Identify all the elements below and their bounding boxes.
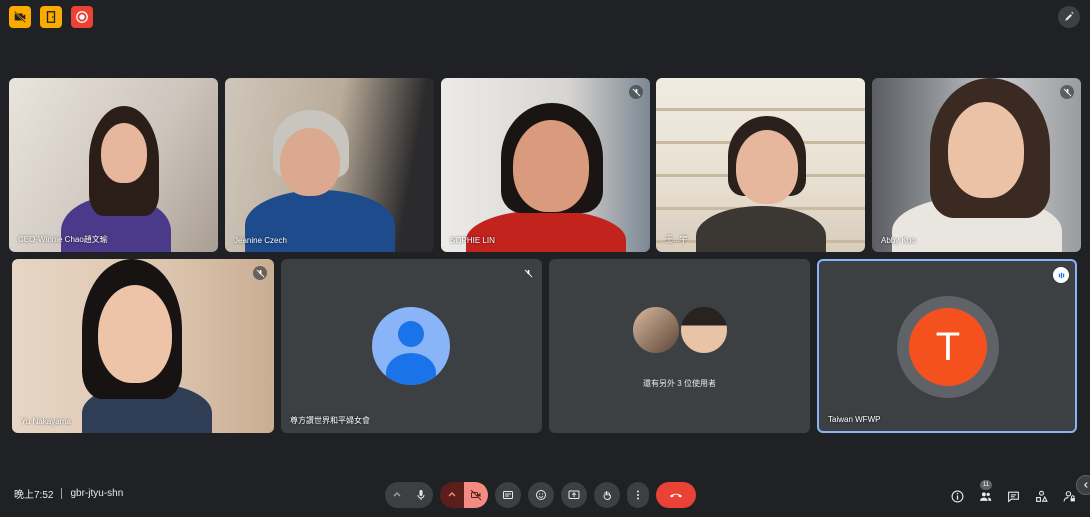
present-screen-button[interactable] bbox=[561, 482, 587, 508]
participant-name: Yu Nakayama bbox=[21, 417, 71, 426]
leave-call-button[interactable] bbox=[656, 482, 696, 508]
participant-face bbox=[98, 285, 172, 383]
chevron-left-icon[interactable] bbox=[1076, 475, 1090, 495]
participant-face bbox=[736, 130, 798, 204]
avatar bbox=[372, 307, 450, 385]
avatar bbox=[679, 305, 729, 355]
people-count-badge: 11 bbox=[980, 480, 992, 490]
captions-button[interactable] bbox=[495, 482, 521, 508]
participant-name: Abby Kuo bbox=[881, 236, 916, 245]
more-options-button[interactable] bbox=[627, 482, 649, 508]
person-icon bbox=[398, 321, 424, 347]
participant-face bbox=[101, 123, 147, 183]
avatar-ring: T bbox=[897, 296, 999, 398]
emoji-icon bbox=[536, 490, 546, 500]
more-vert-icon bbox=[637, 490, 639, 500]
divider bbox=[61, 488, 63, 499]
participant-name: CEO-Winnie Chao趙文瑜 bbox=[18, 235, 108, 244]
record-icon[interactable] bbox=[71, 6, 93, 28]
people-icon bbox=[979, 491, 991, 501]
raise-hand-button[interactable] bbox=[594, 482, 620, 508]
door-icon[interactable] bbox=[40, 6, 62, 28]
meeting-info: 晚上7:52 gbr-jtyu-shn bbox=[14, 486, 123, 501]
mic-off-icon bbox=[253, 266, 267, 280]
participant-name: 尊方讚世界和平婦女會 bbox=[290, 416, 370, 425]
chat-icon bbox=[1007, 491, 1019, 503]
camera-off-indicator-icon[interactable] bbox=[9, 6, 31, 28]
meeting-code[interactable]: gbr-jtyu-shn bbox=[70, 488, 123, 499]
avatar-initial: T bbox=[935, 324, 961, 369]
activities-icon bbox=[1035, 490, 1048, 502]
participant-tile-sophie[interactable]: SOPHIE LIN bbox=[441, 78, 650, 252]
host-controls-button[interactable] bbox=[1062, 489, 1076, 503]
participant-name: Taiwan WFWP bbox=[828, 415, 881, 424]
participant-tile-wang[interactable]: 王...宇 bbox=[656, 78, 865, 252]
participant-tile-taiwan-wfwp[interactable]: T Taiwan WFWP bbox=[817, 259, 1077, 433]
edit-pen-icon[interactable] bbox=[1058, 6, 1080, 28]
others-label: 還有另外 3 位使用者 bbox=[643, 379, 716, 388]
participant-tile-abby[interactable]: Abby Kuo bbox=[872, 78, 1081, 252]
captions-icon bbox=[503, 491, 513, 499]
camera-control[interactable]: ! bbox=[440, 482, 488, 508]
present-screen-icon bbox=[568, 490, 580, 499]
avatar: T bbox=[909, 308, 987, 386]
participant-tile-winnie[interactable]: CEO-Winnie Chao趙文瑜 bbox=[9, 78, 218, 252]
mic-off-icon bbox=[1060, 85, 1074, 99]
raise-hand-icon bbox=[603, 491, 611, 501]
participant-name: Jeanine Czech bbox=[234, 236, 287, 245]
meeting-details-button[interactable] bbox=[950, 489, 964, 503]
people-button[interactable]: 11 bbox=[978, 480, 992, 503]
activities-button[interactable] bbox=[1034, 489, 1048, 503]
participant-name: SOPHIE LIN bbox=[450, 236, 495, 245]
person-body bbox=[386, 353, 436, 385]
hang-up-icon bbox=[670, 493, 682, 498]
participant-tile-yu[interactable]: Yu Nakayama bbox=[12, 259, 274, 433]
microphone-control[interactable] bbox=[385, 482, 433, 508]
participant-video bbox=[466, 210, 626, 252]
chevron-up-icon[interactable] bbox=[385, 482, 409, 508]
speaking-indicator-icon bbox=[1053, 267, 1069, 283]
right-tools: 11 bbox=[950, 480, 1076, 503]
chevron-up-icon[interactable] bbox=[440, 482, 464, 508]
participant-face bbox=[280, 128, 340, 196]
avatar bbox=[631, 305, 681, 355]
participant-tile-wfwp-org[interactable]: 尊方讚世界和平婦女會 bbox=[281, 259, 542, 433]
lock-person-icon bbox=[1063, 490, 1075, 501]
mic-off-icon bbox=[629, 85, 643, 99]
meeting-time: 晚上7:52 bbox=[14, 490, 54, 501]
info-icon bbox=[951, 490, 963, 502]
control-bar: ! bbox=[385, 482, 696, 508]
participant-tile-jeanine[interactable]: Jeanine Czech bbox=[225, 78, 434, 252]
others-tile[interactable]: 還有另外 3 位使用者 bbox=[549, 259, 810, 433]
emoji-button[interactable] bbox=[528, 482, 554, 508]
participant-face bbox=[513, 120, 589, 212]
mic-off-icon bbox=[521, 266, 535, 280]
chat-button[interactable] bbox=[1006, 489, 1020, 503]
participant-face bbox=[948, 102, 1024, 198]
microphone-icon[interactable] bbox=[409, 482, 433, 508]
participant-name: 王...宇 bbox=[665, 235, 688, 244]
